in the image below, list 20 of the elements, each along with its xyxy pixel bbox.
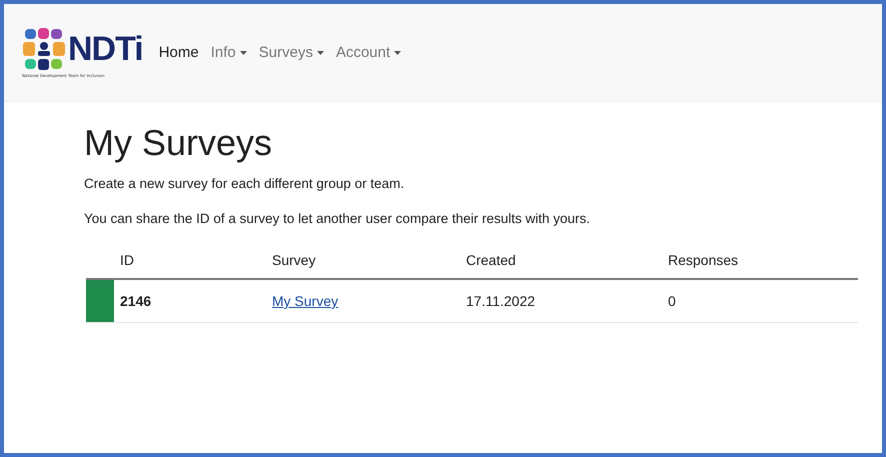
table-cell: 0	[668, 293, 676, 309]
caret-icon	[394, 50, 402, 54]
survey-link[interactable]: My Survey	[272, 293, 338, 309]
caret-icon	[316, 50, 324, 54]
page-title: My Surveys	[84, 122, 274, 164]
column-header: Responses	[668, 252, 738, 268]
brand-name: NDTi	[68, 30, 143, 68]
nav-link[interactable]: Home	[158, 44, 199, 61]
nav-dropdown[interactable]: Surveys	[258, 44, 324, 61]
caret-icon	[240, 50, 247, 54]
nav-dropdown[interactable]: Info	[210, 44, 247, 61]
intro-text: You can share the ID of a survey to let another user compare their results with yours.	[84, 211, 592, 226]
nav-dropdown[interactable]: Account	[336, 44, 402, 61]
logo-icon	[22, 27, 66, 71]
table-cell: 2146	[120, 293, 152, 309]
column-header: ID	[120, 252, 134, 268]
table-cell: 17.11.2022	[466, 293, 536, 309]
column-header: Created	[466, 252, 516, 268]
column-header: Survey	[272, 252, 316, 268]
intro-text: Create a new survey for each different group or team.	[84, 176, 406, 191]
